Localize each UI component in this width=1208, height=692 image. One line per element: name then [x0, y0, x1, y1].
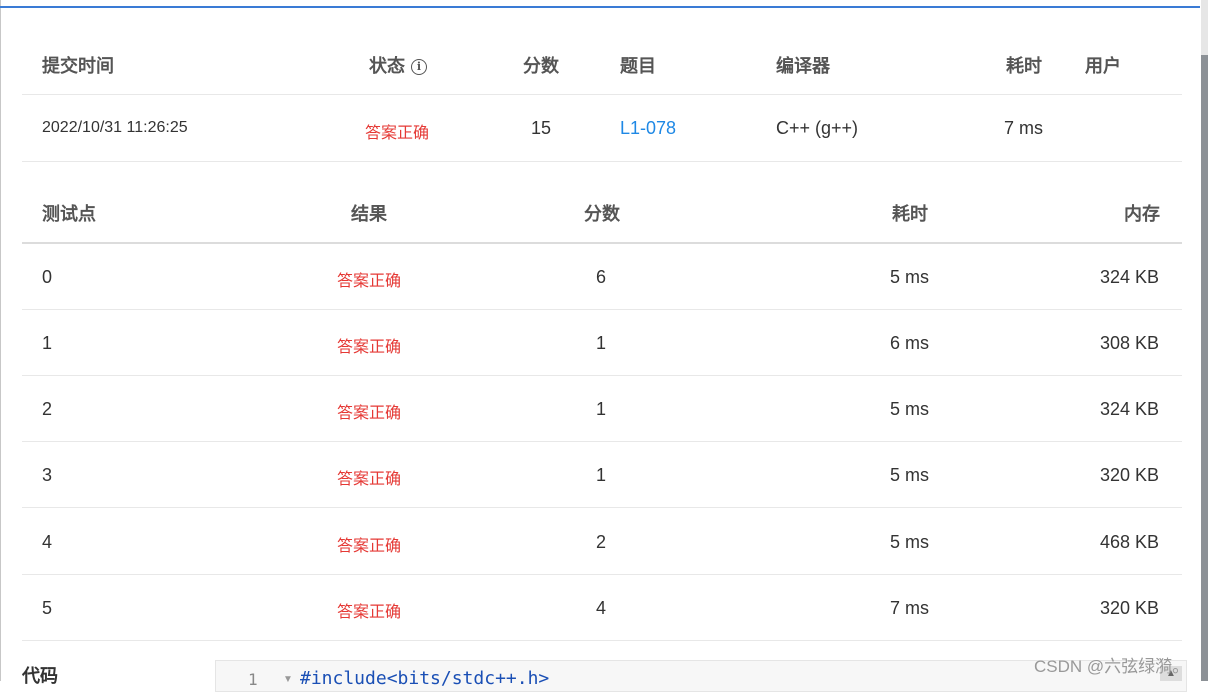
test-case: 4 [42, 532, 53, 552]
header-memory: 内存 [1124, 204, 1160, 224]
test-elapsed: 7 ms [890, 598, 930, 618]
divider [22, 242, 1182, 244]
test-score: 4 [596, 598, 607, 618]
fold-arrow-icon[interactable]: ▼ [283, 674, 293, 685]
test-case: 5 [42, 598, 53, 618]
test-score: 1 [596, 465, 607, 485]
test-case: 0 [42, 267, 53, 287]
watermark: CSDN @六弦绿漪。 [1034, 657, 1190, 676]
test-result: 答案正确 [337, 339, 402, 356]
submit-elapsed: 7 ms [1004, 118, 1044, 138]
test-result: 答案正确 [337, 405, 402, 422]
test-score: 2 [596, 532, 607, 552]
right-background-overlay [1201, 55, 1208, 681]
test-memory: 324 KB [1100, 399, 1160, 419]
submit-status: 答案正确 [365, 125, 430, 142]
test-memory: 320 KB [1100, 465, 1160, 485]
test-case: 2 [42, 399, 53, 419]
test-score: 1 [596, 399, 607, 419]
test-elapsed: 5 ms [890, 399, 930, 419]
divider [22, 309, 1182, 310]
divider [22, 574, 1182, 575]
test-memory: 468 KB [1100, 532, 1160, 552]
header-test-elapsed: 耗时 [892, 204, 928, 224]
test-result: 答案正确 [337, 538, 402, 555]
submit-compiler: C++ (g++) [776, 118, 859, 138]
test-memory: 324 KB [1100, 267, 1160, 287]
divider [22, 161, 1182, 162]
line-number: 1 [248, 670, 258, 689]
header-status-label: 状态 [369, 56, 405, 76]
problem-link[interactable]: L1-078 [620, 118, 676, 139]
test-memory: 308 KB [1100, 333, 1160, 353]
info-icon[interactable]: i [411, 59, 427, 75]
divider [22, 375, 1182, 376]
test-score: 6 [596, 267, 607, 287]
code-label: 代码 [22, 666, 58, 686]
divider [22, 94, 1182, 95]
submit-time: 2022/10/31 11:26:25 [42, 119, 188, 136]
header-score: 分数 [523, 56, 559, 76]
test-case: 3 [42, 465, 53, 485]
test-result: 答案正确 [337, 273, 402, 290]
divider [22, 507, 1182, 508]
submit-score: 15 [531, 118, 552, 138]
header-problem: 题目 [620, 56, 656, 76]
header-compiler: 编译器 [776, 56, 830, 76]
test-elapsed: 5 ms [890, 532, 930, 552]
header-submit-time: 提交时间 [42, 56, 114, 76]
header-test-score: 分数 [584, 204, 620, 224]
code-line[interactable]: #include<bits/stdc++.h> [300, 668, 549, 689]
divider [22, 441, 1182, 442]
header-result: 结果 [351, 204, 387, 224]
header-test-case: 测试点 [42, 204, 96, 224]
test-result: 答案正确 [337, 471, 402, 488]
test-memory: 320 KB [1100, 598, 1160, 618]
test-result: 答案正确 [337, 604, 402, 621]
left-border [0, 0, 1, 681]
test-elapsed: 6 ms [890, 333, 930, 353]
top-accent-line [0, 6, 1200, 8]
test-elapsed: 5 ms [890, 465, 930, 485]
test-case: 1 [42, 333, 53, 353]
test-score: 1 [596, 333, 607, 353]
header-elapsed: 耗时 [1006, 56, 1042, 76]
header-status: 状态 i [369, 52, 427, 78]
divider [22, 640, 1182, 641]
test-elapsed: 5 ms [890, 267, 930, 287]
header-user: 用户 [1085, 56, 1121, 76]
